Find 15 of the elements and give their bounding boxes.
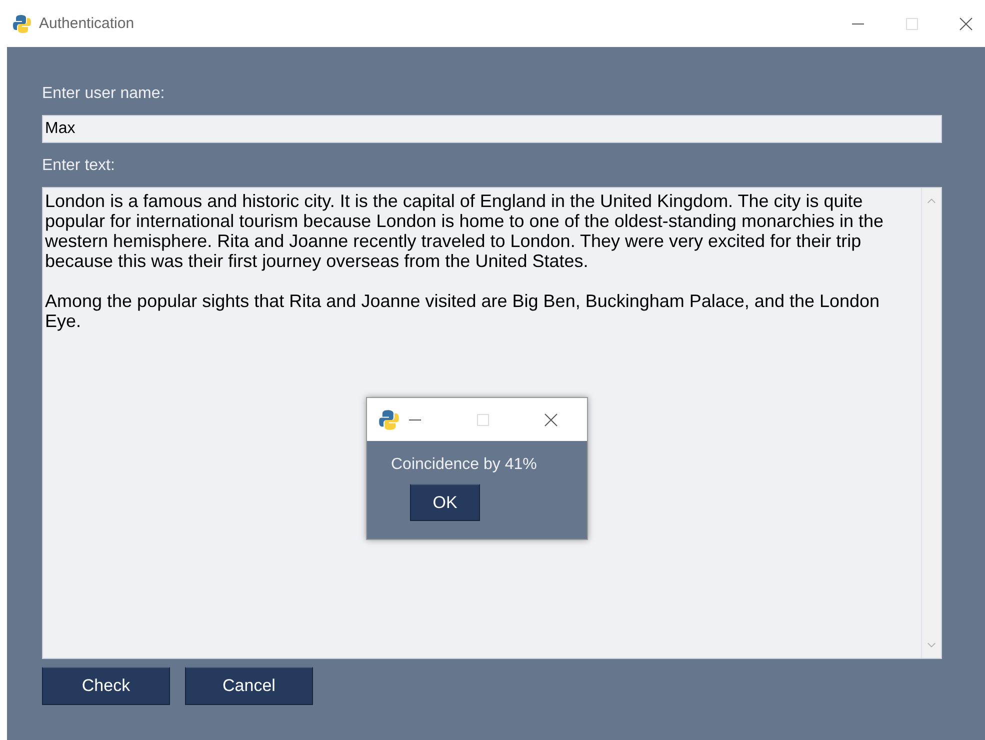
username-field[interactable]: Max [42,115,942,143]
python-logo-icon [12,14,32,34]
python-logo-icon [378,408,400,430]
action-button[interactable]: Check [42,667,170,705]
dialog-message: Coincidence by 41% [391,456,537,474]
field-label: Enter user name: [42,85,166,104]
paragraph: London is a famous and historic city. It is the capital of England in the United Kingdom. The city is quite popular for international tourism because London is home to one of the oldest-standing monarchies in the western hemisphere. Rita and Joanne recently traveled to London. They were very excited for their trip because this was their first journey overseas from the United States. [45,191,885,271]
window-title: Authentication [39,15,134,32]
close-icon[interactable] [959,16,973,30]
text-area[interactable] [42,187,942,659]
action-button[interactable]: Cancel [185,667,313,705]
field-label: Enter text: [42,157,116,176]
ok-button[interactable]: OK [410,484,480,521]
paragraph: Among the popular sights that Rita and Joanne visited are Big Ben, Buckingham Palace, and the London Eye. [45,291,881,331]
close-icon[interactable] [544,412,558,426]
